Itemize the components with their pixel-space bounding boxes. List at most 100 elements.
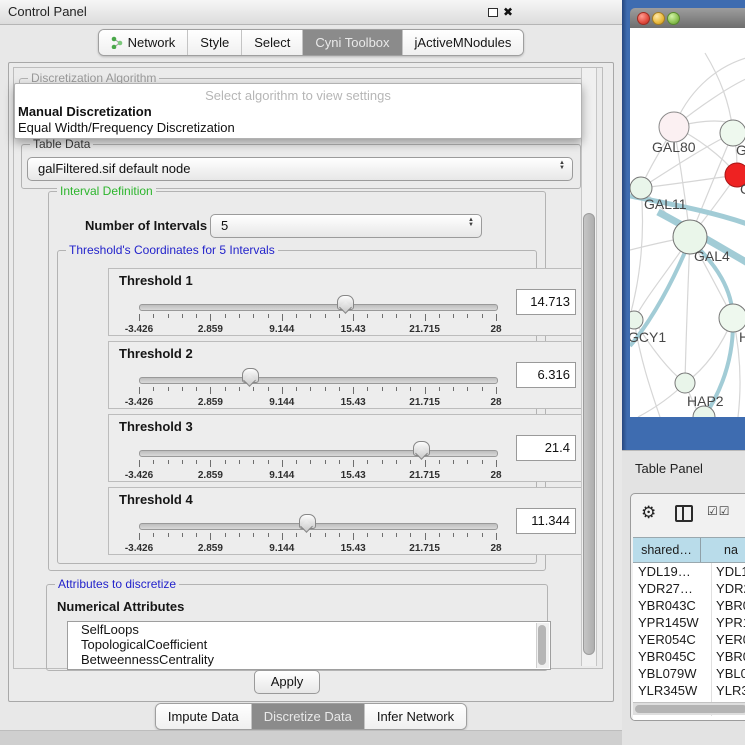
node-gcy1[interactable]: [630, 311, 643, 329]
dropdown-option-manual[interactable]: Manual Discretization: [15, 104, 581, 120]
threshold-4-slider-track[interactable]: [139, 523, 498, 530]
table-cell[interactable]: YBR0: [712, 648, 745, 665]
tick-mark: [339, 533, 340, 537]
tab-jactivemnodules[interactable]: jActiveMNodules: [402, 30, 524, 55]
tick-mark: [310, 460, 311, 464]
table-row[interactable]: YDL19…YDL1: [633, 563, 745, 580]
tick-mark: [453, 314, 454, 318]
tick-mark: [367, 314, 368, 318]
main-vertical-scrollbar[interactable]: [581, 68, 597, 666]
network-canvas[interactable]: GAL80 GA C GAL11 GAL4 GCY1 H HAP2: [630, 28, 745, 417]
column-header-2[interactable]: na: [701, 538, 745, 562]
tab-label: Select: [254, 35, 290, 50]
horizontal-scrollbar-thumb[interactable]: [635, 705, 745, 713]
tab-style[interactable]: Style: [187, 30, 241, 55]
tick-mark: [282, 460, 283, 467]
tick-mark: [153, 533, 154, 537]
attribute-item-betweennesscentrality[interactable]: BetweennessCentrality: [68, 652, 550, 667]
table-cell[interactable]: YBR0: [712, 597, 745, 614]
tab-cyni-toolbox[interactable]: Cyni Toolbox: [302, 30, 401, 55]
threshold-3-value-field[interactable]: 21.4: [516, 435, 576, 461]
numerical-attributes-list[interactable]: SelfLoopsTopologicalCoefficientBetweenne…: [67, 621, 551, 670]
node-gal80[interactable]: [659, 112, 689, 142]
threshold-4-slider-thumb[interactable]: [299, 514, 316, 529]
table-row[interactable]: YDR27…YDR2: [633, 580, 745, 597]
main-scrollbar-thumb[interactable]: [583, 213, 595, 655]
table-cell[interactable]: YDL1: [712, 563, 745, 580]
threshold-2-slider-thumb[interactable]: [242, 368, 259, 383]
gear-icon[interactable]: ⚙: [641, 503, 656, 523]
tab-network[interactable]: Network: [99, 30, 188, 55]
tick-mark: [239, 460, 240, 464]
tick-label: 28: [490, 470, 501, 481]
number-of-intervals-combobox[interactable]: 5 ▲▼: [210, 214, 482, 238]
tab-select[interactable]: Select: [241, 30, 302, 55]
checkbox-icons[interactable]: ☑☑: [707, 504, 731, 518]
tab-impute-data[interactable]: Impute Data: [156, 704, 251, 729]
table-cell[interactable]: YPR145W: [633, 614, 712, 631]
threshold-1-slider-thumb[interactable]: [337, 295, 354, 310]
table-cell[interactable]: YBL0: [712, 665, 745, 682]
table-cell[interactable]: YBR043C: [633, 597, 712, 614]
list-scrollbar-thumb[interactable]: [538, 625, 546, 665]
table-row[interactable]: YER054CYER0: [633, 631, 745, 648]
table-data-combobox[interactable]: galFiltered.sif default node ▲▼: [27, 157, 573, 181]
table-cell[interactable]: YPR1: [712, 614, 745, 631]
tick-mark: [139, 460, 140, 467]
table-cell[interactable]: YDR2: [712, 580, 745, 597]
tick-mark: [325, 387, 326, 391]
attributes-group-title: Attributes to discretize: [55, 577, 179, 591]
table-cell[interactable]: YLR3: [712, 682, 745, 699]
threshold-2-value-field[interactable]: 6.316: [516, 362, 576, 388]
panel-title: Control Panel: [8, 0, 87, 24]
tick-mark: [467, 314, 468, 318]
node-hap2[interactable]: [675, 373, 695, 393]
attribute-item-selfloops[interactable]: SelfLoops: [68, 622, 550, 637]
tick-mark: [396, 533, 397, 537]
tick-mark: [310, 314, 311, 318]
node-h[interactable]: [719, 304, 745, 332]
table-row[interactable]: YBR043CYBR0: [633, 597, 745, 614]
close-traffic-light[interactable]: [637, 12, 650, 25]
table-row[interactable]: YBR045CYBR0: [633, 648, 745, 665]
table-cell[interactable]: YER0: [712, 631, 745, 648]
close-icon[interactable]: ✖: [503, 4, 513, 20]
threshold-1-slider-track[interactable]: [139, 304, 498, 311]
threshold-2-slider-track[interactable]: [139, 377, 498, 384]
table-row[interactable]: YPR145WYPR1: [633, 614, 745, 631]
table-cell[interactable]: YBR045C: [633, 648, 712, 665]
zoom-traffic-light[interactable]: [667, 12, 680, 25]
tick-mark: [353, 533, 354, 540]
table-cell[interactable]: YBL079W: [633, 665, 712, 682]
table-cell[interactable]: YLR345W: [633, 682, 712, 699]
tick-mark: [196, 314, 197, 318]
list-scrollbar[interactable]: [536, 623, 549, 668]
minimize-traffic-light[interactable]: [652, 12, 665, 25]
table-row[interactable]: YBL079WYBL0: [633, 665, 745, 682]
threshold-4-box: Threshold 4-3.4262.8599.14415.4321.71528…: [108, 487, 584, 555]
table-panel-title: Table Panel: [635, 461, 703, 476]
column-header-1[interactable]: shared…: [633, 538, 701, 562]
tick-label: 2.859: [198, 470, 223, 481]
float-window-icon[interactable]: [488, 8, 498, 17]
dropdown-option-equal-width[interactable]: Equal Width/Frequency Discretization: [15, 120, 581, 136]
threshold-1-value-field[interactable]: 14.713: [516, 289, 576, 315]
column-layout-icon[interactable]: [675, 505, 693, 522]
threshold-3-slider-track[interactable]: [139, 450, 498, 457]
threshold-4-value-field[interactable]: 11.344: [516, 508, 576, 534]
tab-discretize-data[interactable]: Discretize Data: [251, 704, 364, 729]
number-of-intervals-label: Number of Intervals: [85, 218, 207, 233]
label-c: C: [740, 181, 745, 197]
tick-mark: [210, 314, 211, 321]
apply-button[interactable]: Apply: [254, 670, 320, 694]
tab-infer-network[interactable]: Infer Network: [364, 704, 466, 729]
tick-label: 21.715: [409, 470, 440, 481]
tick-mark: [325, 533, 326, 537]
table-cell[interactable]: YER054C: [633, 631, 712, 648]
table-row[interactable]: YLR345WYLR3: [633, 682, 745, 699]
table-cell[interactable]: YDR27…: [633, 580, 712, 597]
attribute-item-topologicalcoefficient[interactable]: TopologicalCoefficient: [68, 637, 550, 652]
threshold-3-slider-thumb[interactable]: [413, 441, 430, 456]
horizontal-scrollbar[interactable]: [633, 702, 745, 715]
table-cell[interactable]: YDL19…: [633, 563, 712, 580]
